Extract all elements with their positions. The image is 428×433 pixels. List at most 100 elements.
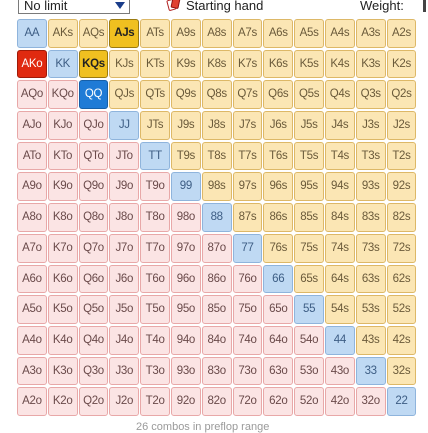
hand-cell-k2s[interactable]: K2s: [386, 49, 417, 79]
hand-cell-k4s[interactable]: K4s: [324, 49, 355, 79]
hand-cell-q6s[interactable]: Q6s: [263, 80, 294, 110]
hand-cell-t7o[interactable]: T7o: [140, 233, 170, 263]
hand-cell-96s[interactable]: 96s: [263, 172, 294, 202]
hand-cell-93s[interactable]: 93s: [355, 172, 386, 202]
hand-cell-54o[interactable]: 54o: [294, 325, 324, 355]
hand-cell-j5o[interactable]: J5o: [109, 295, 140, 324]
hand-cell-42o[interactable]: 42o: [324, 387, 355, 416]
hand-cell-q2s[interactable]: Q2s: [386, 80, 417, 110]
hand-cell-kjs[interactable]: KJs: [109, 49, 140, 79]
hand-cell-82s[interactable]: 82s: [386, 203, 417, 232]
hand-cell-97s[interactable]: 97s: [232, 172, 263, 202]
hand-cell-j5s[interactable]: J5s: [294, 111, 324, 140]
hand-cell-t8o[interactable]: T8o: [140, 203, 170, 232]
hand-cell-kts[interactable]: KTs: [140, 49, 170, 79]
hand-cell-98s[interactable]: 98s: [201, 172, 232, 202]
scrollbar[interactable]: [423, 0, 426, 12]
hand-cell-j7s[interactable]: J7s: [232, 111, 263, 140]
hand-cell-a3o[interactable]: A3o: [17, 356, 47, 386]
hand-cell-96o[interactable]: 96o: [170, 264, 201, 294]
cards-icon[interactable]: [166, 0, 182, 11]
hand-cell-a2o[interactable]: A2o: [17, 387, 47, 416]
hand-cell-a9o[interactable]: A9o: [17, 172, 47, 202]
hand-cell-t2s[interactable]: T2s: [386, 141, 417, 171]
hand-cell-ajo[interactable]: AJo: [17, 111, 47, 140]
hand-cell-kqo[interactable]: KQo: [47, 80, 78, 110]
hand-cell-52o[interactable]: 52o: [294, 387, 324, 416]
hand-cell-j4s[interactable]: J4s: [324, 111, 355, 140]
hand-cell-33[interactable]: 33: [355, 356, 386, 386]
hand-cell-64s[interactable]: 64s: [324, 264, 355, 294]
hand-cell-j9o[interactable]: J9o: [109, 172, 140, 202]
hand-cell-44[interactable]: 44: [324, 325, 355, 355]
hand-cell-73s[interactable]: 73s: [355, 233, 386, 263]
hand-cell-aks[interactable]: AKs: [47, 19, 78, 48]
hand-cell-j6s[interactable]: J6s: [263, 111, 294, 140]
hand-cell-t6o[interactable]: T6o: [140, 264, 170, 294]
hand-cell-52s[interactable]: 52s: [386, 295, 417, 324]
hand-cell-83o[interactable]: 83o: [201, 356, 232, 386]
range-limit-select[interactable]: No limit: [18, 0, 130, 14]
hand-cell-qto[interactable]: QTo: [78, 141, 109, 171]
hand-cell-aqo[interactable]: AQo: [17, 80, 47, 110]
hand-cell-88[interactable]: 88: [201, 203, 232, 232]
hand-cell-94o[interactable]: 94o: [170, 325, 201, 355]
hand-cell-85s[interactable]: 85s: [294, 203, 324, 232]
hand-cell-66[interactable]: 66: [263, 264, 294, 294]
hand-cell-j6o[interactable]: J6o: [109, 264, 140, 294]
hand-cell-ato[interactable]: ATo: [17, 141, 47, 171]
hand-cell-kjo[interactable]: KJo: [47, 111, 78, 140]
hand-cell-j9s[interactable]: J9s: [170, 111, 201, 140]
hand-cell-43s[interactable]: 43s: [355, 325, 386, 355]
hand-cell-99[interactable]: 99: [170, 172, 201, 202]
hand-cell-22[interactable]: 22: [386, 387, 417, 416]
hand-cell-54s[interactable]: 54s: [324, 295, 355, 324]
hand-cell-a4s[interactable]: A4s: [324, 19, 355, 48]
hand-cell-77[interactable]: 77: [232, 233, 263, 263]
hand-cell-aa[interactable]: AA: [17, 19, 47, 48]
hand-cell-43o[interactable]: 43o: [324, 356, 355, 386]
hand-cell-k2o[interactable]: K2o: [47, 387, 78, 416]
hand-cell-k5o[interactable]: K5o: [47, 295, 78, 324]
hand-cell-q9o[interactable]: Q9o: [78, 172, 109, 202]
hand-cell-k9s[interactable]: K9s: [170, 49, 201, 79]
hand-cell-k6o[interactable]: K6o: [47, 264, 78, 294]
hand-cell-qts[interactable]: QTs: [140, 80, 170, 110]
hand-cell-q8o[interactable]: Q8o: [78, 203, 109, 232]
hand-cell-a3s[interactable]: A3s: [355, 19, 386, 48]
hand-cell-jto[interactable]: JTo: [109, 141, 140, 171]
hand-cell-65s[interactable]: 65s: [294, 264, 324, 294]
hand-cell-76o[interactable]: 76o: [232, 264, 263, 294]
hand-cell-t4o[interactable]: T4o: [140, 325, 170, 355]
hand-cell-q9s[interactable]: Q9s: [170, 80, 201, 110]
hand-cell-j2o[interactable]: J2o: [109, 387, 140, 416]
hand-cell-j8s[interactable]: J8s: [201, 111, 232, 140]
hand-cell-j2s[interactable]: J2s: [386, 111, 417, 140]
hand-cell-53o[interactable]: 53o: [294, 356, 324, 386]
hand-cell-k7o[interactable]: K7o: [47, 233, 78, 263]
hand-cell-qjo[interactable]: QJo: [78, 111, 109, 140]
hand-cell-q7o[interactable]: Q7o: [78, 233, 109, 263]
hand-cell-t8s[interactable]: T8s: [201, 141, 232, 171]
hand-cell-k7s[interactable]: K7s: [232, 49, 263, 79]
hand-cell-q5s[interactable]: Q5s: [294, 80, 324, 110]
hand-cell-t5o[interactable]: T5o: [140, 295, 170, 324]
hand-cell-98o[interactable]: 98o: [170, 203, 201, 232]
hand-cell-a6s[interactable]: A6s: [263, 19, 294, 48]
hand-cell-k3s[interactable]: K3s: [355, 49, 386, 79]
hand-cell-a9s[interactable]: A9s: [170, 19, 201, 48]
hand-cell-97o[interactable]: 97o: [170, 233, 201, 263]
hand-cell-t3s[interactable]: T3s: [355, 141, 386, 171]
hand-cell-32s[interactable]: 32s: [386, 356, 417, 386]
hand-cell-kqs[interactable]: KQs: [78, 49, 109, 79]
hand-cell-q4o[interactable]: Q4o: [78, 325, 109, 355]
hand-cell-t6s[interactable]: T6s: [263, 141, 294, 171]
hand-cell-qq[interactable]: QQ: [78, 80, 109, 110]
hand-cell-k8s[interactable]: K8s: [201, 49, 232, 79]
hand-cell-j7o[interactable]: J7o: [109, 233, 140, 263]
hand-cell-93o[interactable]: 93o: [170, 356, 201, 386]
hand-cell-q2o[interactable]: Q2o: [78, 387, 109, 416]
hand-cell-a8s[interactable]: A8s: [201, 19, 232, 48]
hand-cell-83s[interactable]: 83s: [355, 203, 386, 232]
hand-cell-k9o[interactable]: K9o: [47, 172, 78, 202]
